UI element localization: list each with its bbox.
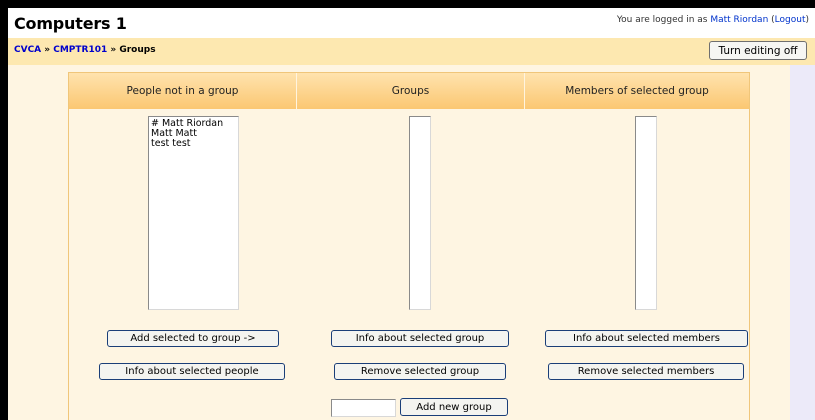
- groups-column-heading: Groups: [297, 73, 524, 109]
- breadcrumb-cvca[interactable]: CVCA: [14, 45, 41, 55]
- new-group-name-input[interactable]: [331, 399, 396, 417]
- turn-editing-off-button[interactable]: Turn editing off: [709, 41, 807, 60]
- list-item[interactable]: test test: [151, 139, 236, 149]
- add-new-group-button[interactable]: Add new group: [400, 398, 508, 416]
- right-side-strip: [790, 65, 815, 420]
- logout-close-paren: ): [805, 15, 809, 25]
- groups-panel: People not in a group Groups Members of …: [68, 72, 750, 420]
- people-not-in-group-list[interactable]: # Matt Riordan Matt Matt test test: [148, 116, 239, 310]
- navigation-bar: CVCA » CMPTR101 » Groups Turn editing of…: [8, 38, 815, 65]
- page-frame: Computers 1 You are logged in as Matt Ri…: [8, 8, 815, 420]
- group-members-list[interactable]: [635, 116, 657, 310]
- login-prefix: You are logged in as: [616, 15, 711, 25]
- breadcrumb-course[interactable]: CMPTR101: [53, 45, 107, 55]
- course-title: Computers 1: [14, 14, 127, 33]
- people-column-heading: People not in a group: [69, 73, 296, 109]
- breadcrumb-separator: »: [107, 45, 120, 55]
- breadcrumb-separator: »: [41, 45, 54, 55]
- members-column-heading: Members of selected group: [525, 73, 749, 109]
- remove-selected-members-button[interactable]: Remove selected members: [548, 363, 744, 380]
- breadcrumb: CVCA » CMPTR101 » Groups: [14, 45, 156, 55]
- user-profile-link[interactable]: Matt Riordan: [710, 15, 768, 25]
- add-selected-to-group-button[interactable]: Add selected to group ->: [107, 330, 279, 347]
- page-header: Computers 1 You are logged in as Matt Ri…: [8, 8, 815, 36]
- remove-selected-group-button[interactable]: Remove selected group: [334, 363, 506, 380]
- groups-list[interactable]: [409, 116, 431, 310]
- main-content: People not in a group Groups Members of …: [8, 65, 815, 420]
- login-info: You are logged in as Matt Riordan (Logou…: [617, 15, 809, 25]
- logout-link[interactable]: Logout: [775, 15, 806, 25]
- info-selected-people-button[interactable]: Info about selected people: [99, 363, 285, 380]
- breadcrumb-current: Groups: [119, 45, 156, 55]
- info-selected-group-button[interactable]: Info about selected group: [331, 330, 509, 347]
- info-selected-members-button[interactable]: Info about selected members: [545, 330, 748, 347]
